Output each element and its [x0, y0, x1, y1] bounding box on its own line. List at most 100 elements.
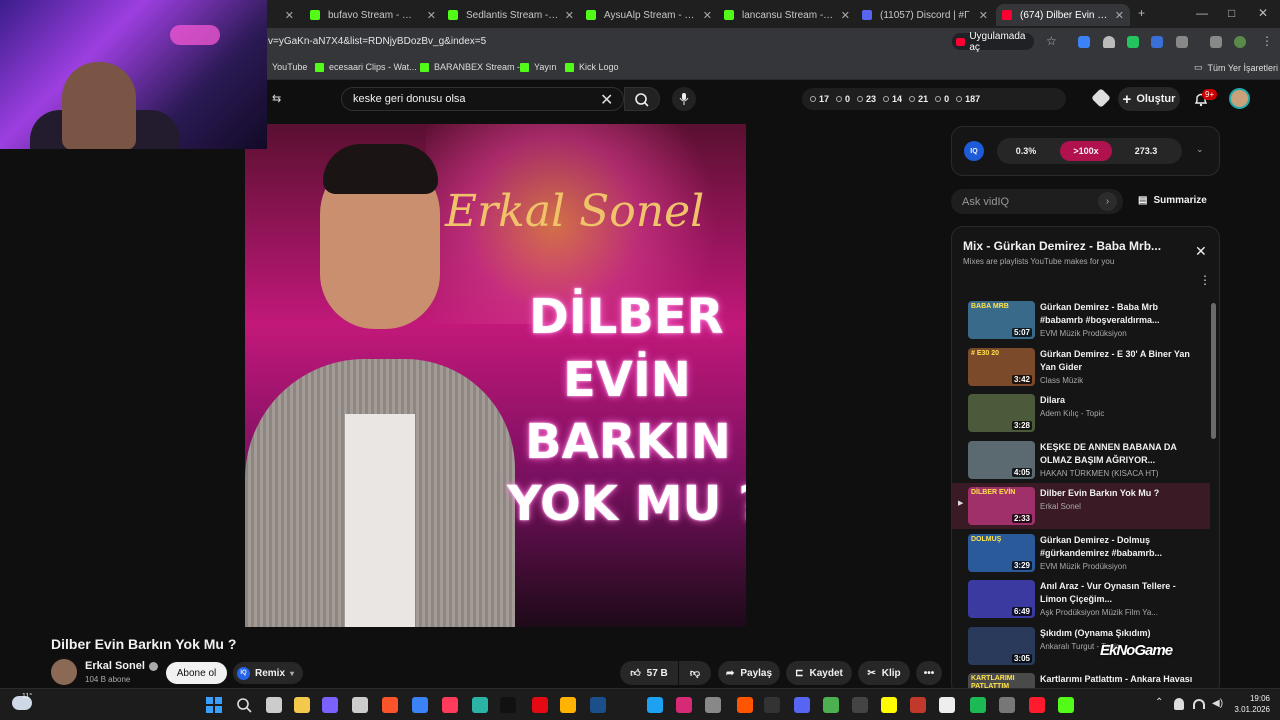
window-close-icon[interactable]: ✕	[1258, 6, 1268, 20]
more-actions-button[interactable]: •••	[916, 661, 942, 685]
playlist-thumbnail[interactable]: 3:05	[968, 626, 1035, 665]
video-player[interactable]: Erkal Sonel DİLBER EVİN BARKIN YOK MU ?	[245, 124, 746, 627]
steam-icon[interactable]	[590, 697, 606, 713]
search-box[interactable]	[341, 87, 624, 111]
close-icon[interactable]: ✕	[703, 9, 712, 22]
opera-icon[interactable]	[1029, 697, 1045, 713]
puzzle-icon[interactable]	[1176, 36, 1188, 48]
bookmark-item[interactable]: YouTube	[272, 62, 307, 72]
playlist-item[interactable]: DOLMUŞ 3:29 Gürkan Demirez - Dolmuş #gürka…	[952, 530, 1210, 576]
volume-icon[interactable]: ◀)	[1212, 698, 1223, 709]
browser-tab[interactable]: AysuAlp Stream - Watch ✕	[580, 4, 718, 26]
malwarebytes-icon[interactable]	[910, 697, 926, 713]
chevron-down-icon[interactable]: ⌄	[1196, 144, 1204, 155]
channel-name-link[interactable]: Erkal Sonel	[85, 660, 158, 672]
close-icon[interactable]: ✕	[285, 9, 294, 22]
remix-button[interactable]: IQ Remix ▾	[233, 662, 303, 684]
edge-icon[interactable]	[472, 697, 488, 713]
address-bar[interactable]: v=yGaKn-aN7X4&list=RDNjyBDozBv_g&index=5	[268, 36, 486, 47]
close-icon[interactable]: ✕	[841, 9, 850, 22]
create-button[interactable]: + Oluştur	[1118, 87, 1180, 111]
share-button[interactable]: ➦ Paylaş	[718, 661, 780, 685]
browser-tab[interactable]: lancansu Stream - Watch ✕	[718, 4, 856, 26]
maximize-icon[interactable]: □	[1228, 6, 1235, 20]
bookmark-item[interactable]: ecesaari Clips - Wat...	[315, 62, 417, 72]
browser-tab[interactable]: (11057) Discord | #Г ✕	[856, 4, 994, 26]
shield-icon[interactable]	[1103, 36, 1115, 48]
speedtest-icon[interactable]	[705, 697, 721, 713]
soundcloud-icon[interactable]	[737, 697, 753, 713]
netflix-icon[interactable]	[532, 697, 548, 713]
bookmark-item[interactable]: BARANBEX Stream -...	[420, 62, 528, 72]
profile-icon[interactable]	[1234, 36, 1246, 48]
chrome-icon[interactable]	[823, 697, 839, 713]
microphone-icon[interactable]	[1174, 698, 1184, 710]
close-icon[interactable]: ✕	[427, 9, 436, 22]
playlist-thumbnail[interactable]: 6:49	[968, 580, 1035, 618]
like-button[interactable]: 👍︎ 57 B	[620, 661, 678, 685]
playlist-item[interactable]: # E30 20 3:42 Gürkan Demirez - E 30' A Bin…	[952, 344, 1210, 390]
search-button[interactable]	[624, 87, 660, 111]
spotify-icon[interactable]	[970, 697, 986, 713]
instagram-icon[interactable]	[676, 697, 692, 713]
more-vert-icon[interactable]: ⋮	[1199, 273, 1211, 287]
youtube-app-icon[interactable]	[442, 697, 458, 713]
playlist-thumbnail[interactable]: DİLBER EVİN 2:33	[968, 487, 1035, 525]
summarize-button[interactable]: ▤ Summarize	[1138, 195, 1207, 206]
voice-search-button[interactable]	[672, 87, 696, 111]
settings-icon[interactable]	[352, 697, 368, 713]
clip-button[interactable]: ✂ Klip	[858, 661, 910, 685]
playlist-thumbnail[interactable]: # E30 20 3:42	[968, 347, 1035, 386]
playlist-thumbnail[interactable]: BABA MRB 5:07	[968, 301, 1035, 339]
wifi-icon[interactable]	[1193, 699, 1205, 709]
extension-icon[interactable]	[1127, 36, 1139, 48]
playlist-item[interactable]: 4:05 KEŞKE DE ANNEN BABANA DA OLMAZ BAŞIM…	[952, 437, 1210, 483]
ask-submit-button[interactable]: ›	[1098, 192, 1117, 211]
new-tab-icon[interactable]: +	[1138, 6, 1145, 20]
playlist-scrollbar[interactable]	[1211, 303, 1216, 439]
playlist-item[interactable]: 3:28 Dilara Adem Kılıç - Topic	[952, 390, 1210, 436]
extension-icon[interactable]	[1078, 36, 1090, 48]
minimize-icon[interactable]: —	[1196, 6, 1208, 20]
playlist-thumbnail[interactable]: 3:28	[968, 394, 1035, 432]
dislike-button[interactable]: 👎︎	[679, 661, 711, 685]
browser-tab[interactable]: bufavo Stream - Watch Li ✕	[304, 4, 442, 26]
copilot-icon[interactable]	[322, 697, 338, 713]
close-icon[interactable]: ✕	[565, 9, 574, 22]
store-icon[interactable]	[412, 697, 428, 713]
bookmark-item[interactable]: Yayın	[520, 62, 556, 72]
twitter-icon[interactable]	[647, 697, 663, 713]
clock[interactable]: 19:06 3.01.2026	[1232, 693, 1270, 715]
extension-icon[interactable]	[1151, 36, 1163, 48]
epic-games-icon[interactable]	[764, 697, 780, 713]
brave-icon[interactable]	[382, 697, 398, 713]
filter-icon[interactable]: ⇆	[272, 92, 281, 105]
tiktok-icon[interactable]	[500, 697, 516, 713]
snapchat-icon[interactable]	[881, 697, 897, 713]
bookmark-item[interactable]: Kick Logo	[565, 62, 619, 72]
star-icon[interactable]: ☆	[1046, 34, 1057, 48]
obs-icon[interactable]	[852, 697, 868, 713]
subscribe-button[interactable]: Abone ol	[166, 662, 227, 684]
yandex-icon[interactable]	[939, 697, 955, 713]
media-player-icon[interactable]	[560, 697, 576, 713]
task-view-icon[interactable]	[266, 697, 282, 713]
save-button[interactable]: ⊏ Kaydet	[786, 661, 852, 685]
discord-icon[interactable]	[794, 697, 810, 713]
windows-start-icon[interactable]	[206, 697, 222, 713]
user-avatar[interactable]	[1229, 88, 1250, 109]
clear-search-icon[interactable]: ✕	[600, 90, 613, 110]
playlist-item[interactable]: BABA MRB 5:07 Gürkan Demirez - Baba Mrb #b…	[952, 297, 1210, 343]
open-in-app-button[interactable]: Uygulamada aç	[952, 31, 1034, 53]
playlist-item[interactable]: 6:49 Anıl Araz - Vur Oynasın Tellere - Li…	[952, 576, 1210, 622]
file-explorer-icon[interactable]	[294, 697, 310, 713]
reading-list-icon[interactable]	[1210, 36, 1222, 48]
channel-avatar[interactable]	[51, 659, 77, 685]
all-bookmarks-item[interactable]: ▭ Tüm Yer İşaretleri	[1194, 62, 1278, 73]
playlist-thumbnail[interactable]: DOLMUŞ 3:29	[968, 533, 1035, 572]
close-icon[interactable]: ✕	[1115, 9, 1124, 22]
menu-icon[interactable]: ⋮	[1261, 34, 1273, 48]
playlist-item-current[interactable]: ▶ DİLBER EVİN 2:33 Dilber Evin Barkın Yok M…	[952, 483, 1210, 529]
search-icon[interactable]	[236, 697, 252, 713]
vidiq-extension-icon[interactable]	[1091, 88, 1111, 108]
